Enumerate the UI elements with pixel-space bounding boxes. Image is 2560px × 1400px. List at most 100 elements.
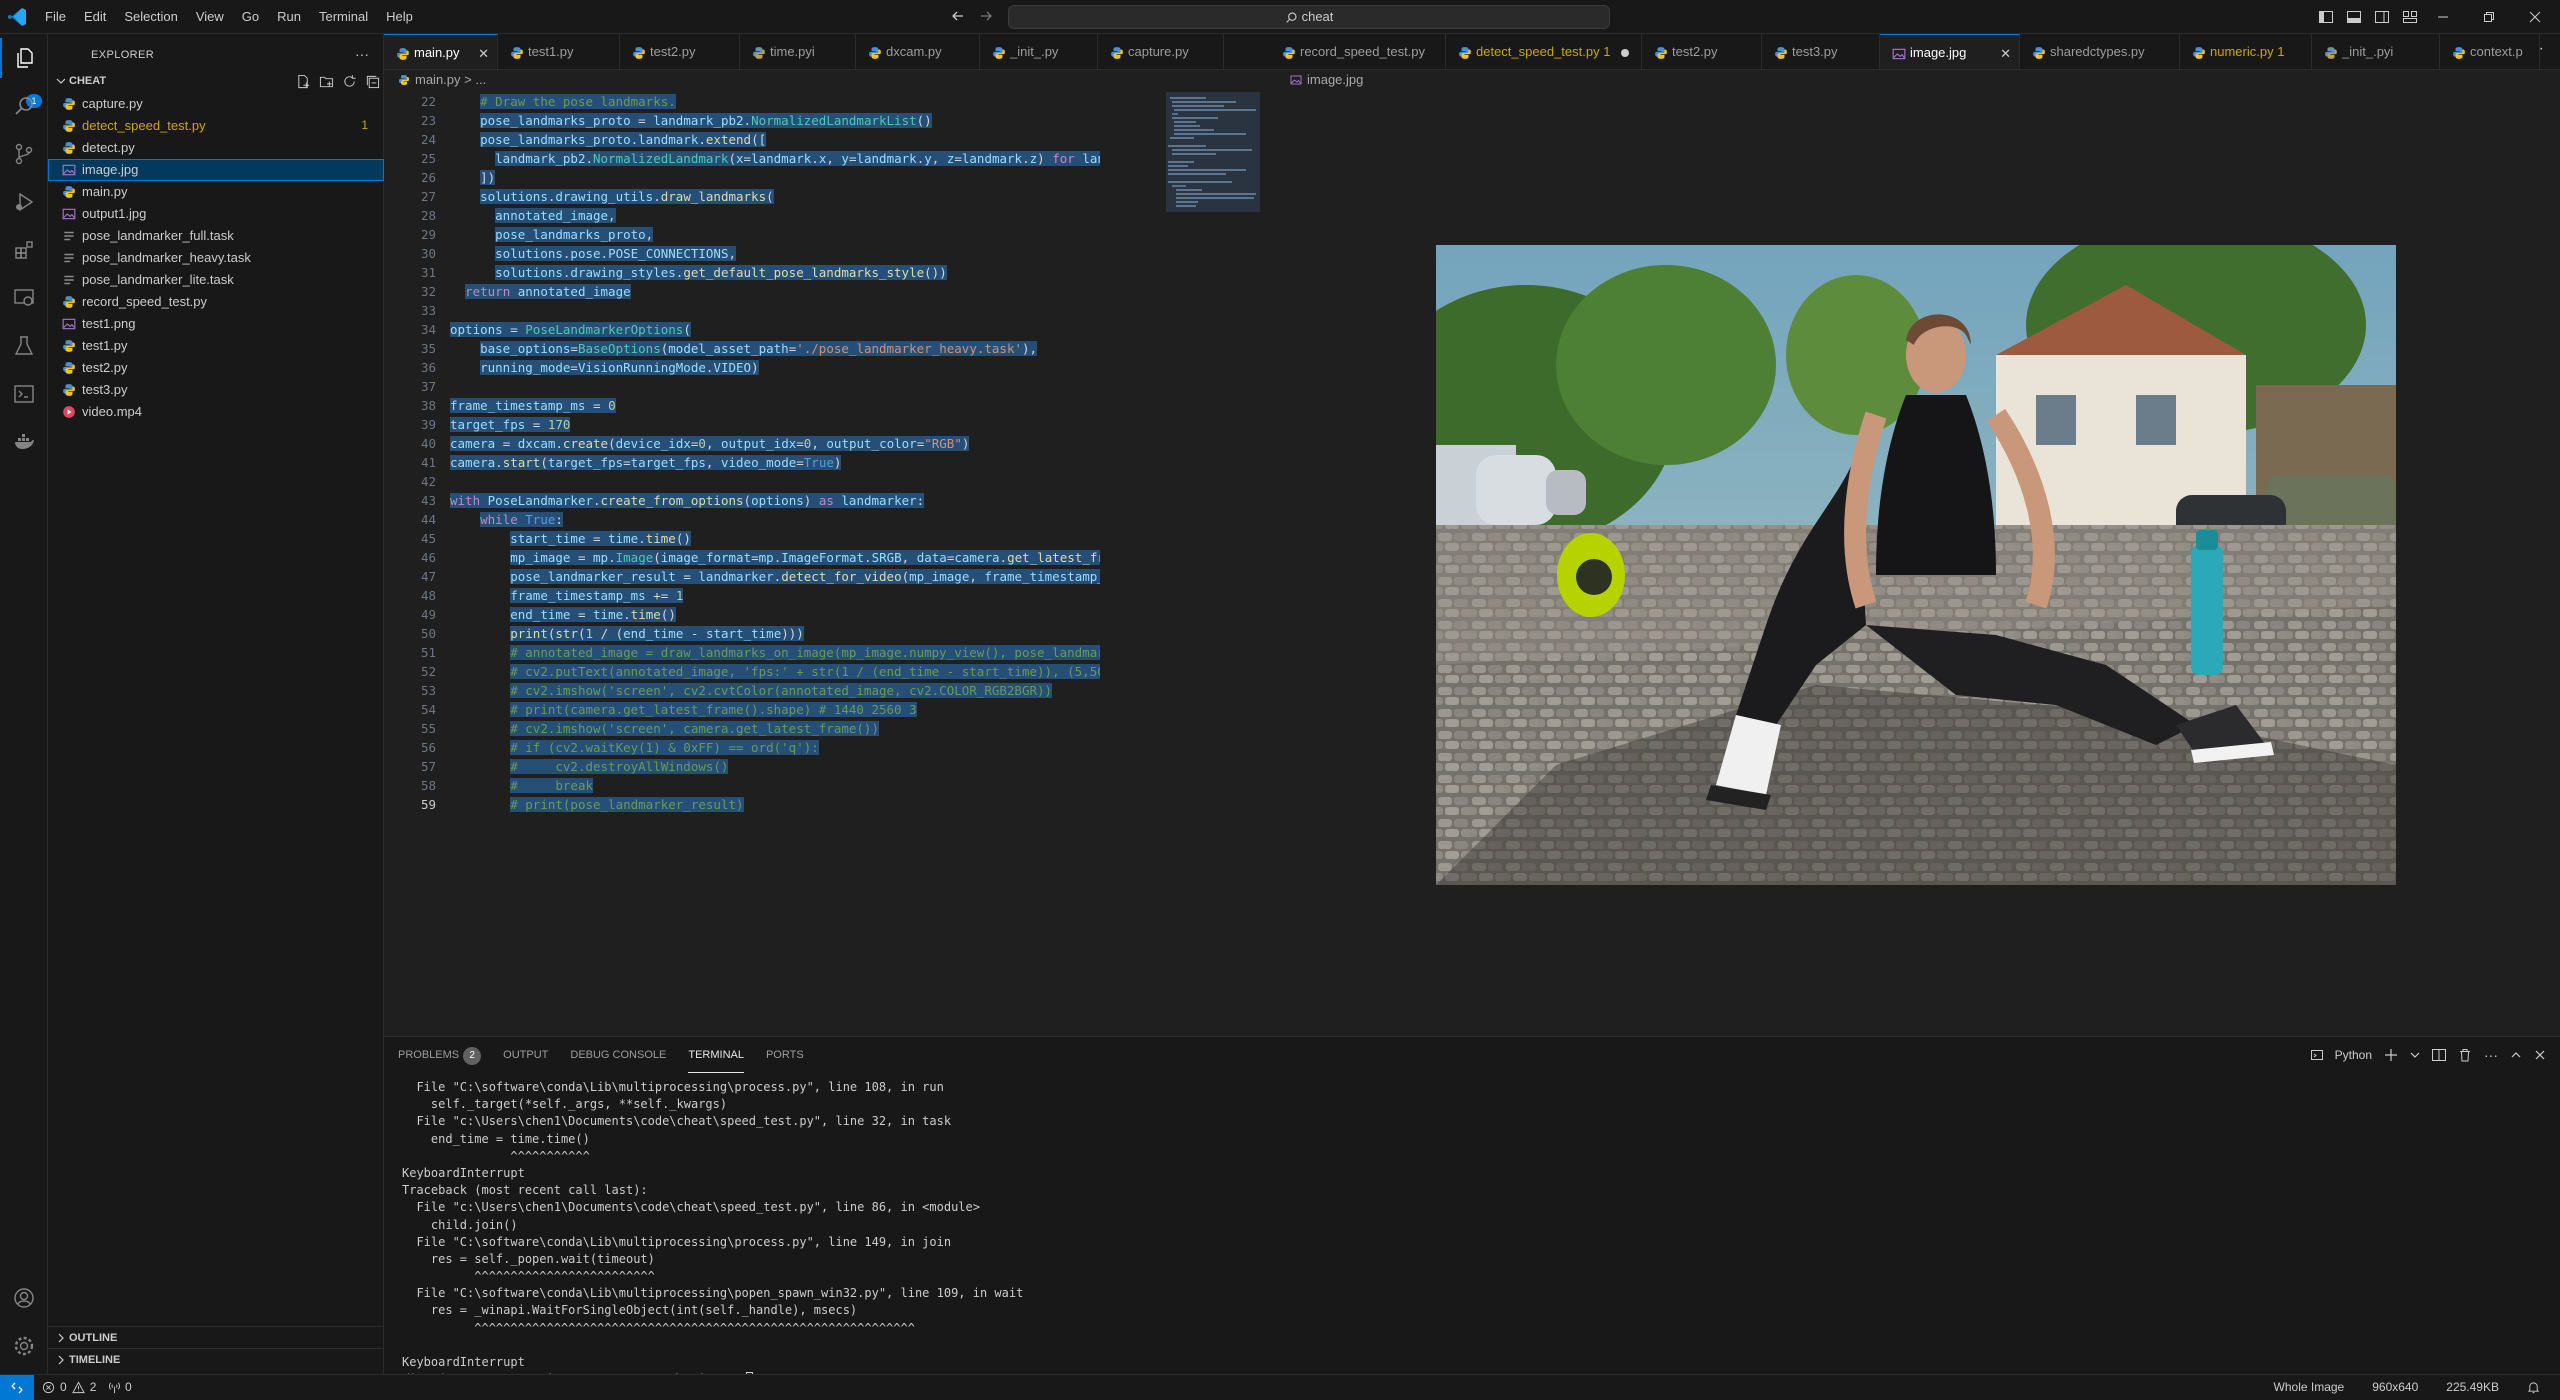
file-tree-item[interactable]: capture.py <box>48 93 384 115</box>
editor-tab[interactable]: test2.py <box>1642 34 1762 69</box>
notifications-bell-icon[interactable] <box>2527 1381 2540 1394</box>
menu-item-selection[interactable]: Selection <box>115 0 186 34</box>
editor-tab[interactable]: context.p <box>2440 34 2540 69</box>
toggle-primary-sidebar-icon[interactable] <box>2318 9 2334 25</box>
editor-tab[interactable]: time.pyi <box>740 34 856 69</box>
file-tree-item[interactable]: pose_landmarker_lite.task <box>48 269 384 291</box>
run-debug-icon[interactable] <box>0 182 48 222</box>
menu-item-view[interactable]: View <box>187 0 233 34</box>
file-tree-item[interactable]: test1.png <box>48 313 384 335</box>
search-view-icon[interactable] <box>0 86 48 126</box>
editor-tab[interactable]: sharedctypes.py <box>2020 34 2180 69</box>
minimize-icon[interactable] <box>2420 0 2466 34</box>
code-editor[interactable]: 22 23 24 25 26 27 28 29 30 31 32 33 34 35 36 37 38 39 40 41… <box>384 92 1260 1036</box>
python-file-icon <box>1282 46 1295 59</box>
file-tree-item[interactable]: record_speed_test.py <box>48 291 384 313</box>
minimap[interactable] <box>1166 92 1260 212</box>
menu-item-go[interactable]: Go <box>233 0 268 34</box>
panel-tab-debug-console[interactable]: DEBUG CONSOLE <box>570 1037 666 1073</box>
arrow-left-icon[interactable] <box>950 8 966 24</box>
explorer-more-actions[interactable]: ··· <box>355 46 369 62</box>
explorer-icon[interactable] <box>0 38 48 78</box>
file-tree-item[interactable]: image.jpg <box>48 159 384 181</box>
editor-tab[interactable]: dxcam.py <box>856 34 980 69</box>
new-terminal-icon[interactable] <box>2384 1048 2398 1062</box>
testing-icon[interactable] <box>0 326 48 366</box>
close-panel-icon[interactable] <box>2534 1049 2546 1061</box>
menu-item-terminal[interactable]: Terminal <box>310 0 377 34</box>
command-center-search[interactable]: cheat <box>1008 5 1610 29</box>
account-icon[interactable] <box>0 1278 48 1318</box>
status-ports[interactable]: 0 <box>108 1380 132 1394</box>
outline-section[interactable]: OUTLINE <box>48 1326 384 1348</box>
restore-icon[interactable] <box>2466 0 2512 34</box>
terminal-view-icon[interactable] <box>0 374 48 414</box>
file-tree-item[interactable]: detect.py <box>48 137 384 159</box>
close-window-icon[interactable] <box>2512 0 2558 34</box>
status-view-mode[interactable]: Whole Image <box>2274 1380 2345 1394</box>
editor-tab[interactable]: test3.py <box>1762 34 1880 69</box>
toggle-secondary-sidebar-icon[interactable] <box>2374 9 2390 25</box>
customize-layout-icon[interactable] <box>2402 9 2418 25</box>
unsaved-dot-icon[interactable] <box>1621 49 1629 57</box>
file-tree-item[interactable]: pose_landmarker_full.task <box>48 225 384 247</box>
chevron-down-icon[interactable] <box>2410 1050 2420 1060</box>
new-file-icon[interactable] <box>296 74 311 89</box>
collapse-all-icon[interactable] <box>365 74 380 89</box>
editor-tab[interactable]: record_speed_test.py <box>1270 34 1446 69</box>
editor-tab[interactable]: capture.py <box>1098 34 1224 69</box>
python-file-icon <box>62 185 76 199</box>
editor-tab[interactable]: test2.py <box>620 34 740 69</box>
panel-tab-problems[interactable]: PROBLEMS 2 <box>398 1037 482 1073</box>
file-tree-item[interactable]: test2.py <box>48 357 384 379</box>
file-tree-item[interactable]: video.mp4 <box>48 401 384 423</box>
image-preview[interactable] <box>1270 92 2560 1036</box>
status-problems[interactable]: 0 2 <box>42 1380 96 1394</box>
menu-item-run[interactable]: Run <box>268 0 310 34</box>
panel-tab-terminal[interactable]: TERMINAL <box>688 1037 744 1073</box>
folder-header[interactable]: CHEAT <box>48 71 384 93</box>
terminal-shell-label[interactable]: Python <box>2335 1048 2372 1062</box>
remote-indicator-icon[interactable] <box>0 1375 34 1400</box>
editor-tab[interactable]: main.py ✕ <box>384 34 498 69</box>
close-tab-icon[interactable]: ✕ <box>2000 46 2011 62</box>
editor-tab[interactable]: test1.py <box>498 34 620 69</box>
split-terminal-icon[interactable] <box>2432 1048 2446 1062</box>
file-tree-item[interactable]: detect_speed_test.py 1 <box>48 115 384 137</box>
new-folder-icon[interactable] <box>319 74 334 89</box>
remote-explorer-icon[interactable] <box>0 278 48 318</box>
file-tree-item[interactable]: test1.py <box>48 335 384 357</box>
docker-icon[interactable] <box>0 422 48 462</box>
toggle-panel-icon[interactable] <box>2346 9 2362 25</box>
refresh-icon[interactable] <box>342 74 357 89</box>
menu-item-edit[interactable]: Edit <box>75 0 115 34</box>
panel-tab-ports[interactable]: PORTS <box>766 1037 804 1073</box>
extensions-icon[interactable] <box>0 230 48 270</box>
arrow-right-icon[interactable] <box>978 8 994 24</box>
menu-item-help[interactable]: Help <box>377 0 422 34</box>
folder-name: CHEAT <box>69 75 107 87</box>
breadcrumb-left[interactable]: main.py > ... <box>398 72 486 92</box>
breadcrumb-right[interactable]: image.jpg <box>1290 72 1363 87</box>
trash-icon[interactable] <box>2458 1048 2472 1062</box>
panel-tab-output[interactable]: OUTPUT <box>503 1037 548 1073</box>
file-tree-item[interactable]: main.py <box>48 181 384 203</box>
vscode-window: File Edit Selection View Go Run Terminal Help c… <box>0 0 2560 1400</box>
menu-item-file[interactable]: File <box>36 0 75 34</box>
terminal-output[interactable]: File "C:\software\conda\Lib\multiprocess… <box>392 1079 2522 1388</box>
editor-tab[interactable]: image.jpg ✕ <box>1880 34 2020 69</box>
file-tree-item[interactable]: test3.py <box>48 379 384 401</box>
editor-tab[interactable]: _init_.pyi <box>2312 34 2440 69</box>
panel-more-actions[interactable]: ··· <box>2484 1047 2498 1063</box>
file-tree-item[interactable]: output1.jpg <box>48 203 384 225</box>
timeline-section[interactable]: TIMELINE <box>48 1348 384 1370</box>
source-control-icon[interactable] <box>0 134 48 174</box>
editor-tab[interactable]: numeric.py 1 <box>2180 34 2312 69</box>
maximize-panel-icon[interactable] <box>2510 1049 2522 1061</box>
close-tab-icon[interactable]: ✕ <box>478 46 489 62</box>
file-tree-item[interactable]: pose_landmarker_heavy.task <box>48 247 384 269</box>
code-content[interactable]: # Draw the pose landmarks. pose_landmark… <box>450 92 1100 814</box>
editor-tab[interactable]: detect_speed_test.py 1 <box>1446 34 1642 69</box>
editor-tab[interactable]: _init_.py <box>980 34 1098 69</box>
manage-gear-icon[interactable] <box>0 1326 48 1366</box>
